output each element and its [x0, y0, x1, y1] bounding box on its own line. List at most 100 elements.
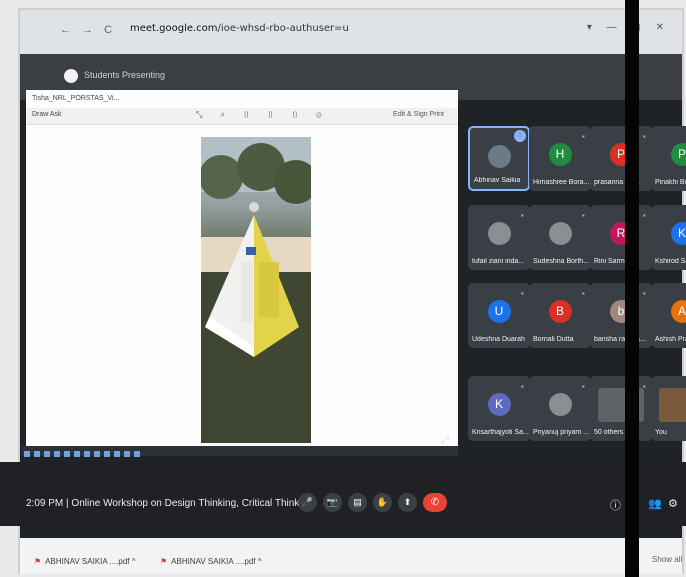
url-path: /ioe-whsd-rbo-authuser=u — [217, 23, 349, 34]
participant-tile[interactable]: H Himashree Bora... ⁎ — [529, 126, 591, 191]
captions-button[interactable]: ▤ — [348, 493, 367, 512]
muted-icon: ⁎ — [642, 133, 647, 140]
taskbar-icon[interactable] — [104, 451, 110, 457]
download-filename: ABHINAV SAIKIA ....pdf — [45, 557, 130, 566]
mic-button[interactable]: 🎤 — [298, 493, 317, 512]
meeting-title: Online Workshop on Design Thinking, Crit… — [71, 498, 310, 509]
participant-tile[interactable]: Priyanuj priyam ... ⁎ — [529, 376, 591, 441]
shared-screen: Tisha_NRL_PORSTAS_Vi... Draw Ask ⤡ ⌕ ▯ ▯… — [26, 90, 458, 446]
muted-icon: ⁎ — [642, 383, 647, 390]
taskbar-icon[interactable] — [64, 451, 70, 457]
participant-name: 50 others — [594, 429, 624, 436]
browser-chrome: ← → C meet.google.com/ioe-whsd-rbo-authu… — [20, 10, 682, 54]
participant-avatar: H — [548, 143, 572, 166]
info-icon[interactable]: ⓘ — [610, 497, 621, 513]
participant-tile[interactable]: Abhinav Saikia ⦙ — [468, 126, 530, 191]
participant-tile[interactable]: Pprasanna Ha... ⁎ — [590, 126, 652, 191]
participant-photo — [548, 222, 572, 245]
presenter-avatar — [64, 69, 78, 83]
chevron-up-icon[interactable]: ^ — [258, 557, 262, 566]
show-all-link[interactable]: Show all — [652, 555, 682, 564]
participant-name: Rini Sarmah — [594, 258, 633, 265]
participant-name: tufail ziani inda... — [472, 258, 525, 265]
presenting-title: Students Presenting — [84, 70, 166, 80]
taskbar-icon[interactable] — [34, 451, 40, 457]
pdf-icon: ⚑ — [160, 557, 168, 566]
participant-name: prasanna Ha... — [594, 179, 640, 186]
speaking-indicator-icon: ⦙ — [514, 130, 526, 142]
participant-tile[interactable]: AAshish Prati...⁎ — [651, 283, 686, 348]
taskbar-icon[interactable] — [44, 451, 50, 457]
participant-name: bansha rani ka... — [594, 336, 646, 343]
meeting-time: 2:09 PM — [26, 498, 64, 509]
participant-tile[interactable]: U Udeshna Duarah ⁎ — [468, 283, 530, 348]
end-call-button[interactable]: ✆ — [423, 493, 447, 512]
participant-tile[interactable]: R Rini Sarmah ⁎ — [590, 205, 652, 270]
raise-hand-button[interactable]: ✋ — [373, 493, 392, 512]
participant-name: Ashish Prati... — [655, 336, 686, 343]
obstruction — [625, 0, 639, 577]
participant-name: Abhinav Saikia — [474, 177, 521, 184]
participant-photo — [659, 388, 686, 422]
participant-tile[interactable]: tufail ziani inda... ⁎ — [468, 205, 530, 270]
participant-name: Kshirod Saik... — [655, 258, 686, 265]
participant-name: Krisarthajyoti Sa... — [472, 429, 529, 436]
downloads-bar — [20, 538, 682, 574]
taskbar-icon[interactable] — [54, 451, 60, 457]
participant-name: Udeshna Duarah — [472, 336, 525, 343]
download-item[interactable]: ⚑ ABHINAV SAIKIA ....pdf ^ — [160, 557, 262, 566]
document-filename: Tisha_NRL_PORSTAS_Vi... — [32, 95, 120, 102]
taskbar-icon[interactable] — [24, 451, 30, 457]
participant-name: Priyanuj priyam ... — [533, 429, 590, 436]
muted-icon: ⁎ — [642, 212, 647, 219]
participant-tile[interactable]: KKshirod Saik...⁎ — [651, 205, 686, 270]
participant-avatar: U — [487, 300, 511, 323]
taskbar-icon[interactable] — [114, 451, 120, 457]
muted-icon: ⁎ — [520, 212, 525, 219]
taskbar-icon[interactable] — [94, 451, 100, 457]
pdf-toolbar-left[interactable]: Draw Ask — [32, 111, 62, 118]
url-domain: meet.google.com — [130, 23, 218, 34]
camera-button[interactable]: 📷 — [323, 493, 342, 512]
pdf-toolbar-right[interactable]: Edit & Sign Print — [393, 111, 444, 118]
pdf-icon: ⚑ — [34, 557, 42, 566]
meeting-info: 2:09 PM | Online Workshop on Design Thin… — [26, 498, 310, 509]
expand-icon[interactable]: ⤢ — [441, 435, 449, 446]
address-bar[interactable]: meet.google.com/ioe-whsd-rbo-authuser=u — [130, 23, 349, 34]
muted-icon: ⁎ — [520, 383, 525, 390]
taskbar-icon[interactable] — [134, 451, 140, 457]
people-icon[interactable]: 👥 — [648, 497, 662, 510]
participant-tile[interactable]: PPinakhi Bor...⁎ — [651, 126, 686, 191]
muted-icon: ⁎ — [642, 290, 647, 297]
participant-tile[interactable]: You — [651, 376, 686, 441]
participant-tile[interactable]: Sudeshna Borth... ⁎ — [529, 205, 591, 270]
pdf-toolbar-mid[interactable]: ⤡ ⌕ ▯ ▯ ▯ ⊘ — [196, 110, 329, 120]
download-item[interactable]: ⚑ ABHINAV SAIKIA ....pdf ^ — [34, 557, 136, 566]
meet-bottom-bar — [0, 462, 686, 526]
participant-tile[interactable]: b bansha rani ka... ⁎ — [590, 283, 652, 348]
participant-tile[interactable]: K Krisarthajyoti Sa... ⁎ — [468, 376, 530, 441]
taskbar-icon[interactable] — [74, 451, 80, 457]
muted-icon: ⁎ — [581, 383, 586, 390]
download-filename: ABHINAV SAIKIA ....pdf — [171, 557, 256, 566]
participant-name: You — [655, 429, 667, 436]
participant-name: Sudeshna Borth... — [533, 258, 590, 265]
taskbar-icon[interactable] — [124, 451, 130, 457]
meeting-separator: | — [66, 498, 69, 509]
activities-icon[interactable]: ⚙ — [668, 497, 678, 510]
pyramid-photo — [201, 137, 311, 443]
present-button[interactable]: ⬆ — [398, 493, 417, 512]
participant-avatar: P — [670, 143, 686, 166]
chevron-up-icon[interactable]: ^ — [132, 557, 136, 566]
meet-presenting-bar: Students Presenting — [20, 65, 682, 87]
muted-icon: ⁎ — [581, 212, 586, 219]
participant-tile[interactable]: B Bornali Dutta ⁎ — [529, 283, 591, 348]
taskbar-icon[interactable] — [84, 451, 90, 457]
muted-icon: ⁎ — [581, 133, 586, 140]
taskbar — [22, 446, 458, 457]
participant-name: Pinakhi Bor... — [655, 179, 686, 186]
participant-photo — [487, 222, 511, 245]
browser-nav-icons[interactable]: ← → C — [60, 24, 116, 36]
participant-tile[interactable]: 50 others ⁎ — [590, 376, 652, 441]
participant-avatar: K — [487, 393, 511, 416]
